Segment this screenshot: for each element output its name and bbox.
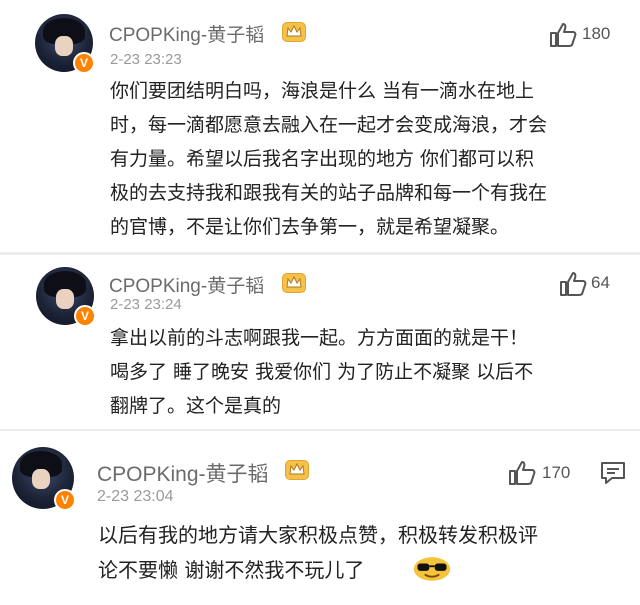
comment-line: 你们要团结明白吗，海浪是什么 当有一滴水在地上 — [110, 80, 535, 102]
comment-line: 极的去支持我和跟我有关的站子品牌和每一个有我在 — [110, 182, 548, 204]
comment-line: 时，每一滴都愿意去融入在一起才会变成海浪，才会 — [110, 114, 548, 136]
author-name[interactable]: CPOPKing-黄子韬 — [109, 20, 264, 47]
comment-time: 2-23 23:24 — [110, 296, 182, 313]
comment-line: 以后有我的地方请大家积极点赞，积极转发积极评 — [98, 523, 538, 547]
crown-badge-icon — [282, 22, 306, 42]
comment-card-2: V CPOPKing-黄子韬 2-23 23:24 64 拿出以前的斗志啊跟我一… — [0, 255, 640, 431]
verified-badge-icon: V — [73, 52, 95, 74]
verified-badge-icon: V — [74, 305, 96, 327]
like-count: 180 — [582, 24, 611, 43]
crown-badge-icon — [282, 273, 306, 293]
like-count: 170 — [542, 463, 571, 482]
comment-line: 有力量。希望以后我名字出现的地方 你们都可以积 — [110, 148, 535, 170]
author-name[interactable]: CPOPKing-黄子韬 — [109, 271, 264, 298]
sunglasses-emoji-icon — [413, 557, 451, 581]
comment-card-3: V CPOPKing-黄子韬 2-23 23:04 170 以后有我的地方请大家… — [0, 431, 640, 605]
author-name[interactable]: CPOPKing-黄子韬 — [97, 458, 269, 488]
comment-line: 拿出以前的斗志啊跟我一起。方方面面的就是干！ — [110, 327, 529, 349]
thumbs-up-icon[interactable] — [559, 271, 587, 297]
comment-card-1: V CPOPKing-黄子韬 2-23 23:23 180 你们要团结明白吗，海… — [0, 0, 640, 255]
thumbs-up-icon[interactable] — [508, 460, 536, 486]
crown-badge-icon — [285, 460, 309, 480]
comment-icon[interactable] — [600, 461, 626, 485]
verified-badge-icon: V — [54, 489, 76, 511]
comment-time: 2-23 23:04 — [97, 488, 174, 505]
comment-line: 的官博，不是让你们去争第一，就是希望凝聚。 — [110, 216, 510, 238]
thumbs-up-icon[interactable] — [549, 22, 577, 48]
comment-time: 2-23 23:23 — [110, 51, 182, 68]
comment-line: 喝多了 睡了晚安 我爱你们 为了防止不凝聚 以后不 — [110, 361, 534, 383]
comment-line: 翻牌了。这个是真的 — [110, 395, 282, 417]
like-count: 64 — [591, 273, 610, 292]
comment-line: 论不要懒 谢谢不然我不玩儿了 — [98, 558, 365, 582]
